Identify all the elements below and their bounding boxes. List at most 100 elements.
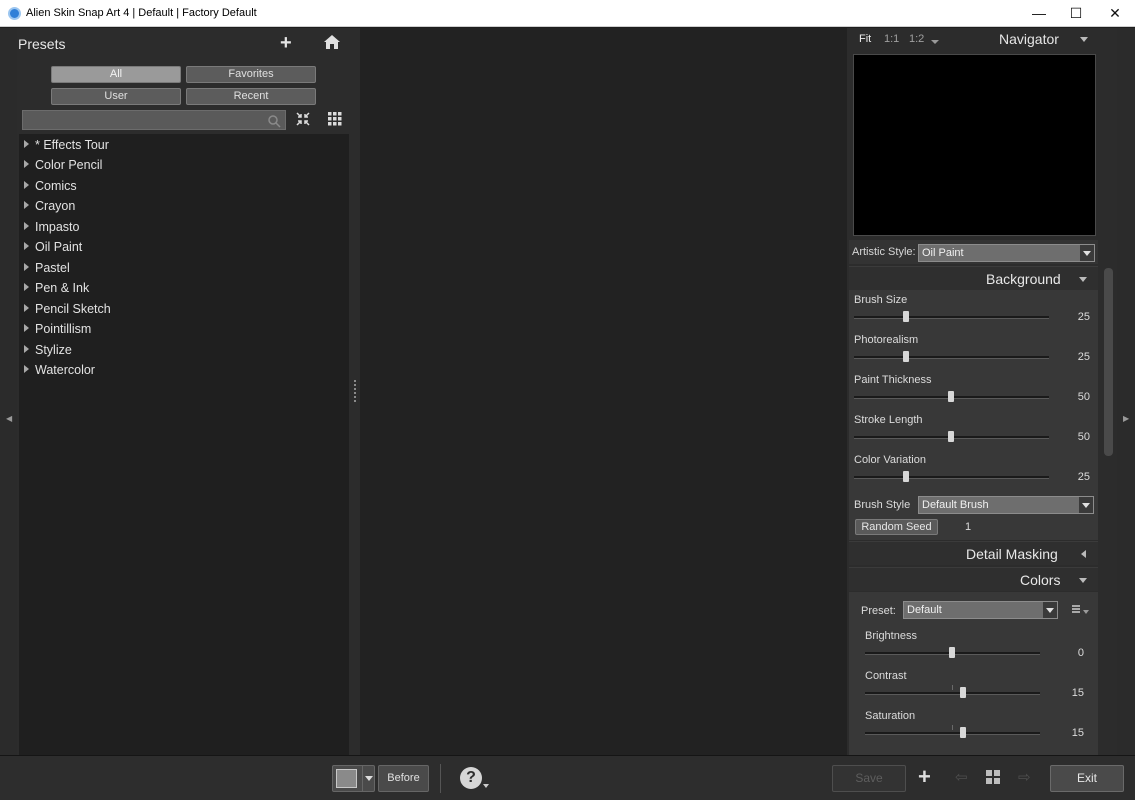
random-seed-value: 1 [965,521,972,533]
zoom-1-2-option[interactable]: 1:2 [909,33,924,45]
grid-icon[interactable] [328,112,342,126]
tree-item-pen-ink[interactable]: Pen & Ink [19,278,339,298]
expand-arrow-icon[interactable] [24,283,29,291]
save-button[interactable]: Save [832,765,906,792]
tree-item-pastel[interactable]: Pastel [19,258,339,278]
tree-item-color-pencil[interactable]: Color Pencil [19,155,339,175]
tree-item-effects-tour[interactable]: * Effects Tour [19,135,339,155]
contrast-thumb[interactable] [960,687,966,698]
zoom-fit-option[interactable]: Fit [859,33,871,45]
brush-style-value: Default Brush [922,499,989,511]
detail-masking-expand-icon[interactable] [1081,550,1086,558]
stroke-length-thumb[interactable] [948,431,954,442]
background-section-body: Brush Size 25 Photorealism 25 Paint Thic… [849,290,1098,540]
chevron-down-icon[interactable] [1043,602,1057,618]
navigator-preview[interactable] [853,54,1096,236]
expand-arrow-icon[interactable] [24,304,29,312]
expand-arrow-icon[interactable] [24,324,29,332]
home-icon[interactable] [323,34,341,50]
random-seed-button[interactable]: Random Seed [855,519,938,535]
exit-button[interactable]: Exit [1050,765,1124,792]
expand-arrow-icon[interactable] [24,140,29,148]
brush-style-select[interactable]: Default Brush [918,496,1094,514]
plus-icon[interactable]: + [280,32,292,55]
brush-size-label: Brush Size [854,294,908,306]
right-collapse-strip[interactable]: ▶ [1117,28,1135,755]
brush-size-thumb[interactable] [903,311,909,322]
navigator-collapse-icon[interactable] [1080,37,1088,42]
plus-icon[interactable]: + [918,765,931,789]
expand-arrow-icon[interactable] [24,222,29,230]
paint-thickness-thumb[interactable] [948,391,954,402]
preset-menu-icon[interactable] [1072,605,1090,615]
colors-section-body: Preset: Default Brightness 0 Contrast 15… [849,592,1098,755]
expand-arrow-icon[interactable] [24,263,29,271]
search-input[interactable] [22,110,286,130]
photorealism-thumb[interactable] [903,351,909,362]
filter-recent-button[interactable]: Recent [186,88,316,105]
grid-icon[interactable] [986,770,1000,784]
detail-masking-section-header[interactable]: Detail Masking [849,541,1098,565]
background-collapse-icon[interactable] [1079,277,1087,282]
before-button[interactable]: Before [378,765,429,792]
tree-item-pencil-sketch[interactable]: Pencil Sketch [19,299,339,319]
artistic-style-select[interactable]: Oil Paint [918,244,1095,262]
expand-arrow-icon[interactable] [24,345,29,353]
expand-arrow-icon[interactable] [24,160,29,168]
help-icon[interactable]: ? [460,767,482,789]
detail-masking-title: Detail Masking [966,546,1058,562]
maximize-button[interactable]: ☐ [1057,0,1095,27]
colors-collapse-icon[interactable] [1079,578,1087,583]
close-button[interactable]: ✕ [1096,0,1134,27]
tree-item-comics[interactable]: Comics [19,176,339,196]
saturation-track[interactable] [865,732,1040,735]
search-icon[interactable] [267,114,281,128]
tree-item-crayon[interactable]: Crayon [19,196,339,216]
tree-item-watercolor[interactable]: Watercolor [19,360,339,380]
expand-arrow-icon[interactable] [24,365,29,373]
tree-item-pointillism[interactable]: Pointillism [19,319,339,339]
chevron-down-icon[interactable] [1080,245,1094,261]
view-mode-button[interactable] [332,765,375,792]
brightness-thumb[interactable] [949,647,955,658]
minimize-button[interactable]: — [1020,0,1058,27]
expand-arrow-icon[interactable] [24,181,29,189]
color-variation-track[interactable] [854,476,1049,479]
colors-preset-select[interactable]: Default [903,601,1058,619]
contrast-track[interactable] [865,692,1040,695]
filter-favorites-button[interactable]: Favorites [186,66,316,83]
filter-user-button[interactable]: User [51,88,181,105]
scrollbar-thumb[interactable] [1104,268,1113,456]
tree-item-oil-paint[interactable]: Oil Paint [19,237,339,257]
expand-arrow-icon[interactable] [24,242,29,250]
left-collapse-strip[interactable]: ◀ [0,28,17,755]
tree-item-impasto[interactable]: Impasto [19,217,339,237]
chevron-down-icon[interactable] [1079,497,1093,513]
filter-all-button[interactable]: All [51,66,181,83]
colors-section-header[interactable]: Colors [849,567,1098,591]
collapse-left-icon[interactable]: ◀ [6,414,12,423]
saturation-thumb[interactable] [960,727,966,738]
brush-size-track[interactable] [854,316,1049,319]
zoom-dropdown-icon[interactable] [931,40,939,44]
background-section-header[interactable]: Background [849,266,1098,290]
view-mode-dropdown-icon[interactable] [362,766,375,791]
image-canvas[interactable] [360,28,847,755]
saturation-zero-tick [952,725,953,730]
settings-scrollbar[interactable] [1103,266,1114,755]
collapse-icon[interactable] [295,111,311,127]
presets-title: Presets [18,36,66,52]
splitter-handle-icon[interactable] [354,380,357,402]
zoom-1-1-option[interactable]: 1:1 [884,33,899,45]
color-variation-label: Color Variation [854,454,926,466]
arrow-right-icon[interactable]: ⇨ [1018,768,1031,786]
arrow-left-icon[interactable]: ⇦ [955,768,968,786]
settings-panel: Fit 1:1 1:2 Navigator Artistic Style: Oi… [847,28,1117,755]
photorealism-track[interactable] [854,356,1049,359]
expand-arrow-icon[interactable] [24,201,29,209]
help-dropdown-icon[interactable] [483,784,489,788]
paint-thickness-label: Paint Thickness [854,374,932,386]
collapse-right-icon[interactable]: ▶ [1123,414,1129,423]
tree-item-stylize[interactable]: Stylize [19,340,339,360]
color-variation-thumb[interactable] [903,471,909,482]
